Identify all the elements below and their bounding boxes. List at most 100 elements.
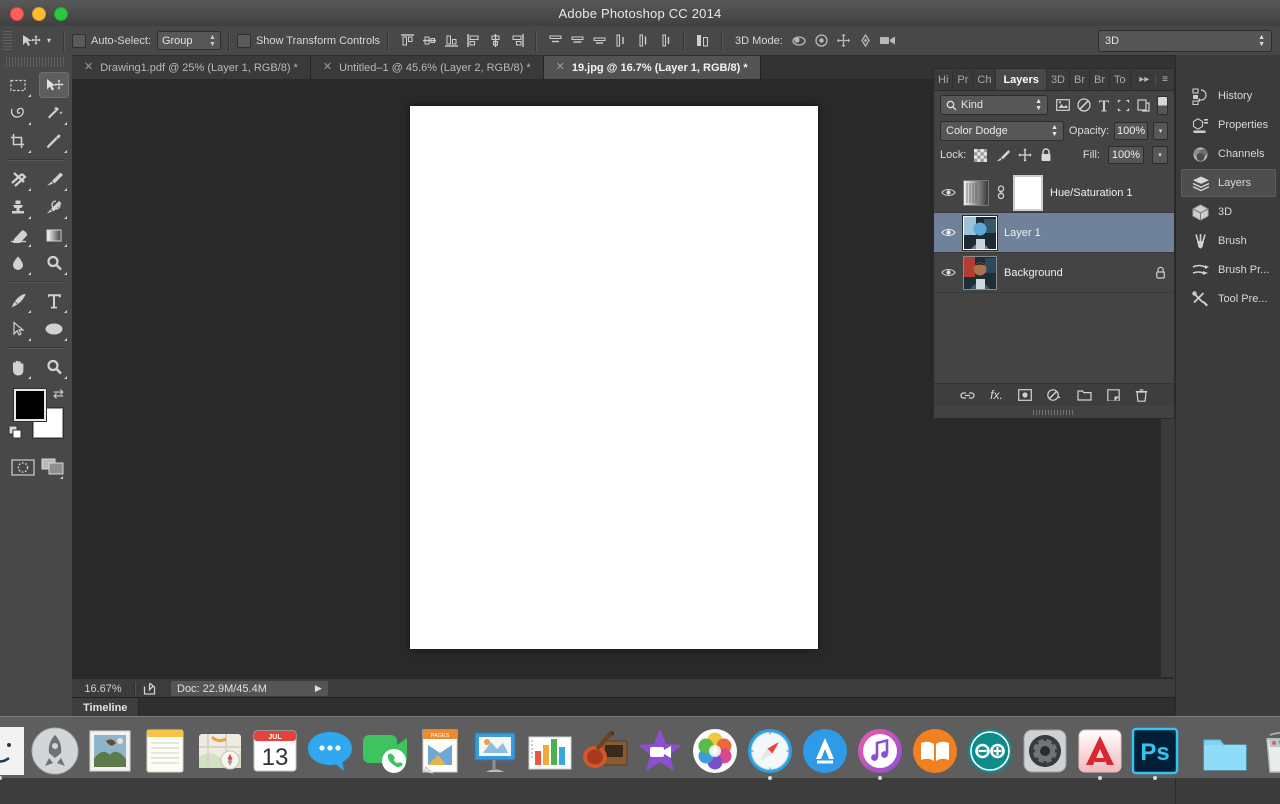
layer-name[interactable]: Hue/Saturation 1 [1050,187,1133,199]
lasso-tool[interactable] [3,100,33,126]
dock-app-launchpad[interactable] [31,727,79,775]
layer-row-adjustment[interactable]: Hue/Saturation 1 [934,173,1174,213]
orbit-3d-icon[interactable] [789,30,811,51]
dock-app-garageband[interactable] [581,727,629,775]
document-tab-active[interactable]: ✕ 19.jpg @ 16.7% (Layer 1, RGB/8) * [543,56,761,79]
dock-app-maps[interactable] [196,727,244,775]
dock-trash[interactable] [1256,727,1280,775]
align-bottom-edges-icon[interactable] [440,30,462,51]
lock-image-pixels-icon[interactable] [995,149,1011,162]
filter-smart-objects-icon[interactable] [1137,98,1150,112]
roll-3d-icon[interactable] [811,30,833,51]
hand-tool[interactable] [3,354,33,380]
distribute-bottom-edges-icon[interactable] [588,30,610,51]
link-mask-icon[interactable] [996,185,1006,200]
layer-row-selected[interactable]: Layer 1 [934,213,1174,253]
tab-brush[interactable]: Br [1070,69,1090,90]
tool-flyout-indicator[interactable] [28,376,31,379]
layer-name[interactable]: Background [1004,267,1063,279]
blend-mode-select[interactable]: Color Dodge ▲ ▼ [940,121,1064,141]
delete-layer-icon[interactable] [1135,388,1148,402]
rectangular-marquee-tool[interactable] [3,72,33,98]
filter-shape-layers-icon[interactable] [1117,99,1130,112]
crop-tool[interactable] [3,128,33,154]
swap-colors-icon[interactable]: ⇄ [53,386,64,402]
dock-app-system-preferences[interactable] [1021,727,1069,775]
tool-flyout-indicator[interactable] [28,310,31,313]
new-adjustment-layer-icon[interactable] [1047,389,1062,401]
tab-timeline[interactable]: Timeline [72,698,140,717]
tool-flyout-indicator[interactable] [28,150,31,153]
tool-flyout-indicator[interactable] [64,216,67,219]
foreground-color-swatch[interactable] [14,389,46,421]
eyedropper-tool[interactable] [39,128,69,154]
brush-tool[interactable] [39,166,69,192]
quick-mask-mode-icon[interactable] [11,454,35,480]
tool-flyout-indicator[interactable] [64,150,67,153]
document-tab[interactable]: ✕ Drawing1.pdf @ 25% (Layer 1, RGB/8) * [72,56,311,79]
slide-3d-icon[interactable] [855,30,877,51]
dock-app-keynote[interactable] [471,727,519,775]
dock-app-arduino[interactable] [966,727,1014,775]
lock-position-icon[interactable] [1018,148,1032,162]
dock-app-itunes[interactable] [856,727,904,780]
show-transform-controls-checkbox[interactable] [236,33,251,48]
dock-app-autocad[interactable] [1076,727,1124,780]
tool-flyout-indicator[interactable] [64,244,67,247]
tool-flyout-indicator[interactable] [28,216,31,219]
dock-item-brush[interactable]: Brush [1181,227,1276,255]
dock-app-photoshop[interactable]: Ps [1131,727,1179,780]
close-window-button[interactable] [10,7,24,21]
align-left-edges-icon[interactable] [462,30,484,51]
tab-layers[interactable]: Layers [996,69,1047,90]
layer-filter-select[interactable]: Kind ▲ ▼ [940,95,1048,115]
expand-arrow-icon[interactable]: ▶ [315,683,322,694]
dock-app-photos-stamp[interactable] [86,727,134,775]
layer-name[interactable]: Layer 1 [1004,227,1041,239]
tab-tool-presets[interactable]: To [1110,69,1131,90]
tab-channels[interactable]: Ch [973,69,997,90]
double-chevron-right-icon[interactable]: ▸▸ [1139,74,1149,85]
auto-select-scope-select[interactable]: Group ▲ ▼ [156,31,221,50]
distribute-left-edges-icon[interactable] [610,30,632,51]
layer-thumbnail[interactable] [963,255,997,290]
lock-transparent-pixels-icon[interactable] [974,148,988,162]
layer-visibility-toggle[interactable] [940,227,956,238]
spot-healing-brush-tool[interactable] [3,166,33,192]
align-horizontal-centers-icon[interactable] [484,30,506,51]
options-bar-grip[interactable] [3,30,12,51]
tab-properties[interactable]: Pr [953,69,974,90]
panel-menu-icon[interactable]: ≡ [1162,74,1168,85]
blur-tool[interactable] [3,250,33,276]
filter-pixel-layers-icon[interactable] [1056,99,1070,111]
new-group-icon[interactable] [1077,389,1092,401]
screen-mode-icon[interactable] [41,454,65,480]
adjustment-layer-thumbnail[interactable] [963,179,989,206]
move-tool[interactable] [39,72,69,98]
opacity-stepper[interactable]: ▾ [1152,122,1168,140]
clone-stamp-tool[interactable] [3,194,33,220]
tool-flyout-indicator[interactable] [60,476,63,479]
tab-history[interactable]: Hi [934,69,954,90]
filter-enable-toggle[interactable] [1157,95,1168,115]
tool-flyout-indicator[interactable] [28,338,31,341]
eraser-tool[interactable] [3,222,33,248]
layer-thumbnail[interactable] [962,214,998,251]
tool-flyout-indicator[interactable] [64,338,67,341]
add-layer-style-icon[interactable]: fx. [990,388,1003,402]
dock-item-brush-presets[interactable]: Brush Pr... [1181,256,1276,284]
dock-app-photos[interactable] [691,727,739,775]
align-vertical-centers-icon[interactable] [418,30,440,51]
layer-visibility-toggle[interactable] [940,267,956,278]
ellipse-tool[interactable] [39,316,69,342]
share-icon[interactable] [136,682,165,695]
filter-adjustment-layers-icon[interactable] [1077,98,1091,112]
distribute-top-edges-icon[interactable] [544,30,566,51]
dock-item-3d[interactable]: 3D [1181,198,1276,226]
align-top-edges-icon[interactable] [396,30,418,51]
tool-flyout-indicator[interactable] [28,272,31,275]
tool-flyout-indicator[interactable] [28,244,31,247]
tool-flyout-indicator[interactable] [64,310,67,313]
dock-item-properties[interactable]: Properties [1181,111,1276,139]
document-info[interactable]: Doc: 22.9M/45.4M ▶ [171,681,328,696]
